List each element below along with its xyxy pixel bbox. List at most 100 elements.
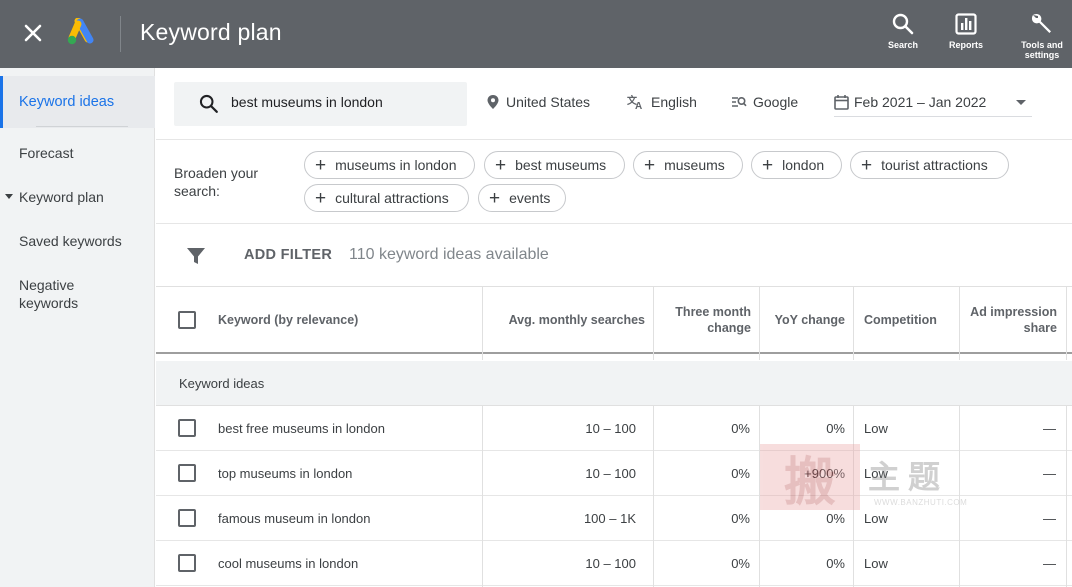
table-row[interactable]: top museums in london 10 – 100 0% +900% …: [156, 451, 1072, 496]
chip-label: london: [782, 157, 825, 173]
date-range-selector[interactable]: Feb 2021 – Jan 2022: [834, 89, 1032, 117]
expand-arrow-icon: [5, 194, 13, 199]
header-divider: [120, 16, 121, 52]
sidebar-item-negative-keywords[interactable]: Negative keywords: [0, 276, 110, 312]
tools-settings-button[interactable]: Tools and settings: [1016, 12, 1068, 60]
impression-share-cell: —: [1043, 420, 1056, 436]
top-app-bar: Keyword plan Search Reports Tools and se…: [0, 0, 1072, 68]
column-divider: [653, 286, 654, 360]
page-title: Keyword plan: [140, 19, 282, 45]
row-checkbox[interactable]: [178, 509, 196, 527]
column-divider: [759, 406, 760, 587]
tools-settings-label: Tools and settings: [1021, 40, 1063, 60]
language-label: English: [651, 94, 697, 110]
date-range-label: Feb 2021 – Jan 2022: [854, 94, 987, 110]
plus-icon: +: [762, 154, 774, 176]
sidebar-item-saved-keywords[interactable]: Saved keywords: [0, 232, 155, 250]
column-header-yoy-change[interactable]: YoY change: [760, 287, 854, 353]
impression-share-cell: —: [1043, 465, 1056, 481]
keyword-ideas-count: 110 keyword ideas available: [349, 246, 549, 263]
sidebar-item-forecast[interactable]: Forecast: [0, 144, 155, 162]
broaden-chip[interactable]: + best museums: [484, 151, 625, 179]
keyword-cell: best free museums in london: [218, 420, 385, 436]
column-divider: [653, 406, 654, 587]
three-month-cell: 0%: [731, 555, 750, 571]
column-divider: [759, 286, 760, 360]
search-network-icon: [732, 96, 747, 107]
three-month-cell: 0%: [731, 510, 750, 526]
column-divider: [482, 286, 483, 360]
language-selector[interactable]: 文A English: [627, 94, 697, 110]
add-filter-button[interactable]: ADD FILTER: [244, 247, 332, 263]
avg-searches-cell: 100 – 1K: [583, 510, 636, 526]
competition-cell: Low: [864, 555, 888, 571]
network-selector[interactable]: Google: [731, 94, 798, 110]
row-checkbox[interactable]: [178, 419, 196, 437]
yoy-cell: +900%: [804, 465, 845, 481]
keyword-cell: top museums in london: [218, 465, 353, 481]
competition-cell: Low: [864, 420, 888, 436]
sidebar-divider: [36, 126, 128, 127]
group-label: Keyword ideas: [179, 376, 265, 391]
broaden-chip[interactable]: + cultural attractions: [304, 184, 469, 212]
yoy-cell: 0%: [826, 510, 845, 526]
select-all-checkbox[interactable]: [178, 311, 196, 329]
search-button[interactable]: Search: [888, 12, 918, 50]
plus-icon: +: [315, 154, 327, 176]
close-button[interactable]: [18, 18, 48, 48]
sidebar-item-label: Keyword plan: [19, 189, 104, 205]
svg-text:A: A: [635, 101, 642, 110]
search-icon: [892, 13, 914, 35]
reports-button-label: Reports: [949, 40, 984, 50]
wrench-icon: [1031, 13, 1051, 34]
column-header-avg-monthly-searches[interactable]: Avg. monthly searches: [482, 287, 654, 353]
sidebar-item-label: Saved keywords: [19, 233, 122, 249]
chip-label: museums: [664, 157, 725, 173]
chip-label: best museums: [515, 157, 607, 173]
three-month-cell: 0%: [731, 465, 750, 481]
broaden-chip[interactable]: + tourist attractions: [850, 151, 1009, 179]
column-divider: [959, 286, 960, 360]
table-row[interactable]: famous museum in london 100 – 1K 0% 0% L…: [156, 496, 1072, 541]
broaden-chip[interactable]: + museums in london: [304, 151, 475, 179]
network-label: Google: [753, 94, 799, 110]
reports-button[interactable]: Reports: [949, 12, 983, 50]
row-checkbox[interactable]: [178, 554, 196, 572]
search-button-label: Search: [888, 40, 919, 50]
column-divider: [853, 286, 854, 360]
yoy-cell: 0%: [826, 420, 845, 436]
keyword-cell: cool museums in london: [218, 555, 359, 571]
divider: [156, 139, 1072, 140]
column-header-keyword[interactable]: Keyword (by relevance): [208, 287, 482, 353]
keyword-ideas-group-row: Keyword ideas: [156, 361, 1072, 406]
filter-icon[interactable]: [186, 246, 206, 266]
location-selector[interactable]: United States: [486, 94, 590, 110]
chip-label: tourist attractions: [881, 157, 988, 173]
location-pin-icon: [487, 95, 499, 109]
column-divider: [1066, 286, 1067, 360]
keyword-search-input[interactable]: [231, 94, 456, 110]
column-divider: [482, 406, 483, 587]
table-row[interactable]: cool museums in london 10 – 100 0% 0% Lo…: [156, 541, 1072, 586]
table-row[interactable]: best free museums in london 10 – 100 0% …: [156, 406, 1072, 451]
three-month-cell: 0%: [731, 420, 750, 436]
sidebar-item-keyword-plan[interactable]: Keyword plan: [0, 188, 155, 206]
row-checkbox[interactable]: [178, 464, 196, 482]
sidebar-item-label: Negative keywords: [19, 277, 79, 311]
avg-searches-cell: 10 – 100: [585, 465, 636, 481]
column-header-three-month-change[interactable]: Three month change: [654, 287, 760, 353]
chip-label: museums in london: [335, 157, 457, 173]
broaden-chip[interactable]: + london: [751, 151, 842, 179]
chip-label: events: [509, 190, 551, 206]
keyword-search-box[interactable]: [174, 82, 467, 126]
broaden-chip[interactable]: + museums: [633, 151, 743, 179]
reports-icon: [955, 13, 977, 35]
sidebar-item-keyword-ideas[interactable]: Keyword ideas: [0, 76, 155, 128]
dropdown-arrow-icon: [1016, 100, 1026, 105]
broaden-chip[interactable]: + events: [478, 184, 566, 212]
search-icon: [199, 94, 218, 113]
column-header-competition[interactable]: Competition: [854, 287, 960, 353]
impression-share-cell: —: [1043, 555, 1056, 571]
chip-label: cultural attractions: [335, 190, 449, 206]
column-header-ad-impression-share[interactable]: Ad impression share: [960, 287, 1066, 353]
